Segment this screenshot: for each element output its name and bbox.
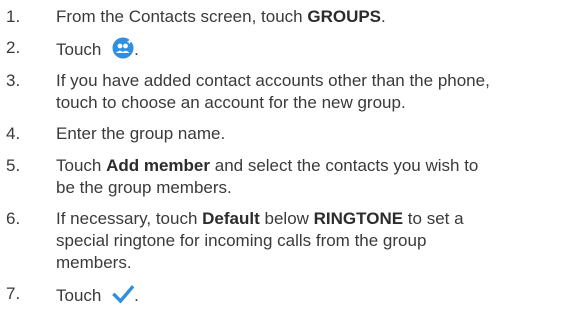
- step-text-line: special ringtone for incoming calls from…: [56, 231, 427, 250]
- step-number: 4.: [6, 124, 21, 143]
- ringtone-label: RINGTONE: [313, 209, 404, 228]
- step-text: If you have added contact accounts other…: [56, 70, 561, 114]
- step-text: From the Contacts screen, touch GROUPS.: [56, 6, 561, 28]
- step-number: 1.: [6, 7, 21, 26]
- check-icon: [112, 283, 135, 311]
- step-text-line: If you have added contact accounts other…: [56, 71, 490, 90]
- step-text-part: Touch: [56, 156, 107, 175]
- step-number: 2.: [6, 38, 21, 57]
- step-text-part: to set a: [403, 209, 464, 228]
- step-number: 7.: [6, 284, 21, 303]
- step-text-part: If necessary, touch: [56, 209, 203, 228]
- step-text-part: .: [381, 7, 386, 26]
- step-text: Touch .: [56, 37, 561, 65]
- step-text-part: Touch: [56, 286, 107, 305]
- instruction-list: 1. From the Contacts screen, touch GROUP…: [0, 0, 567, 314]
- groups-label: GROUPS: [307, 7, 382, 26]
- step-text-line: touch to choose an account for the new g…: [56, 93, 406, 112]
- step-text-line: members.: [56, 253, 132, 272]
- step-text-part: Touch: [56, 40, 107, 59]
- step-text: Touch .: [56, 283, 561, 311]
- default-label: Default: [202, 209, 260, 228]
- step-text-part: From the Contacts screen, touch: [56, 7, 308, 26]
- step-text: Enter the group name.: [56, 124, 226, 143]
- step-number: 3.: [6, 71, 21, 90]
- step-text: If necessary, touch Default below RINGTO…: [56, 208, 561, 274]
- step-text-line: be the group members.: [56, 178, 232, 197]
- step-text-part: .: [134, 286, 139, 305]
- step-text-part: and select the contacts you wish to: [210, 156, 479, 175]
- add-group-icon: [112, 37, 134, 65]
- step-number: 6.: [6, 209, 21, 228]
- step-text-part: .: [134, 40, 139, 59]
- step-text-part: below: [259, 209, 314, 228]
- add-member-label: Add member: [106, 156, 211, 175]
- step-text: Touch Add member and select the contacts…: [56, 155, 561, 199]
- step-number: 5.: [6, 156, 21, 175]
